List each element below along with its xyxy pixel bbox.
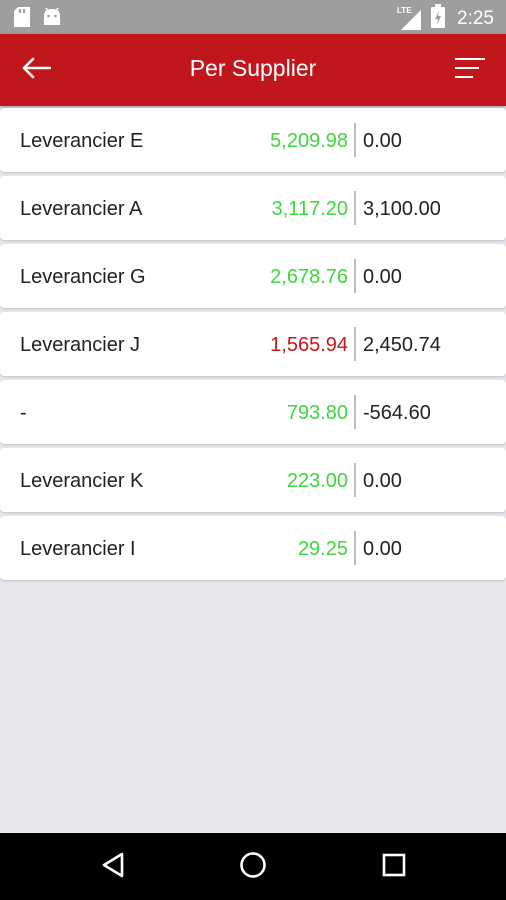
supplier-amount: 3,117.20 — [271, 198, 348, 220]
supplier-row[interactable]: Leverancier K 223.00 0.00 — [0, 448, 506, 512]
supplier-row[interactable]: Leverancier J 1,565.94 2,450.74 — [0, 312, 506, 376]
supplier-row[interactable]: Leverancier E 5,209.98 0.00 — [0, 108, 506, 172]
supplier-row[interactable]: Leverancier G 2,678.76 0.00 — [0, 244, 506, 308]
supplier-name: - — [20, 402, 27, 424]
page-title: Per Supplier — [189, 55, 317, 81]
supplier-name: Leverancier J — [20, 334, 141, 356]
column-divider — [354, 123, 356, 157]
supplier-second-amount: 3,100.00 — [363, 198, 441, 220]
nav-recents-button[interactable] — [374, 847, 414, 887]
sd-card-icon — [14, 7, 30, 32]
column-divider — [354, 463, 356, 497]
supplier-second-amount: -564.60 — [363, 402, 431, 424]
supplier-list: Leverancier E 5,209.98 0.00 Leverancier … — [0, 108, 506, 584]
recents-square-icon — [381, 852, 407, 883]
supplier-row[interactable]: - 793.80 -564.60 — [0, 380, 506, 444]
supplier-second-amount: 0.00 — [363, 130, 402, 152]
status-bar: LTE 2:25 — [0, 0, 506, 34]
supplier-row[interactable]: Leverancier A 3,117.20 3,100.00 — [0, 176, 506, 240]
supplier-amount: 223.00 — [286, 470, 348, 492]
supplier-amount: 2,678.76 — [270, 266, 348, 288]
supplier-second-amount: 2,450.74 — [363, 334, 441, 356]
supplier-name: Leverancier I — [20, 538, 136, 560]
signal-icon: LTE — [397, 6, 423, 32]
column-divider — [354, 531, 356, 565]
supplier-name: Leverancier A — [20, 198, 143, 220]
back-triangle-icon — [100, 851, 126, 884]
column-divider — [354, 395, 356, 429]
supplier-amount: 793.80 — [286, 402, 348, 424]
supplier-name: Leverancier G — [20, 266, 146, 288]
menu-icon — [454, 56, 486, 85]
supplier-second-amount: 0.00 — [363, 470, 402, 492]
home-circle-icon — [238, 850, 268, 885]
nav-home-button[interactable] — [233, 847, 273, 887]
navigation-bar — [0, 833, 506, 900]
supplier-amount: 29.25 — [297, 538, 348, 560]
column-divider — [354, 327, 356, 361]
supplier-row[interactable]: Leverancier I 29.25 0.00 — [0, 516, 506, 580]
nav-back-button[interactable] — [93, 847, 133, 887]
android-icon — [42, 7, 62, 31]
supplier-name: Leverancier E — [20, 130, 144, 152]
supplier-second-amount: 0.00 — [363, 538, 402, 560]
column-divider — [354, 191, 356, 225]
supplier-amount: 1,565.94 — [270, 334, 348, 356]
app-bar: Per Supplier — [0, 34, 506, 106]
battery-icon — [431, 4, 446, 33]
status-time: 2:25 — [457, 7, 494, 29]
supplier-name: Leverancier K — [20, 470, 144, 492]
supplier-amount: 5,209.98 — [270, 130, 348, 152]
column-divider — [354, 259, 356, 293]
supplier-second-amount: 0.00 — [363, 266, 402, 288]
menu-button[interactable] — [448, 50, 492, 90]
